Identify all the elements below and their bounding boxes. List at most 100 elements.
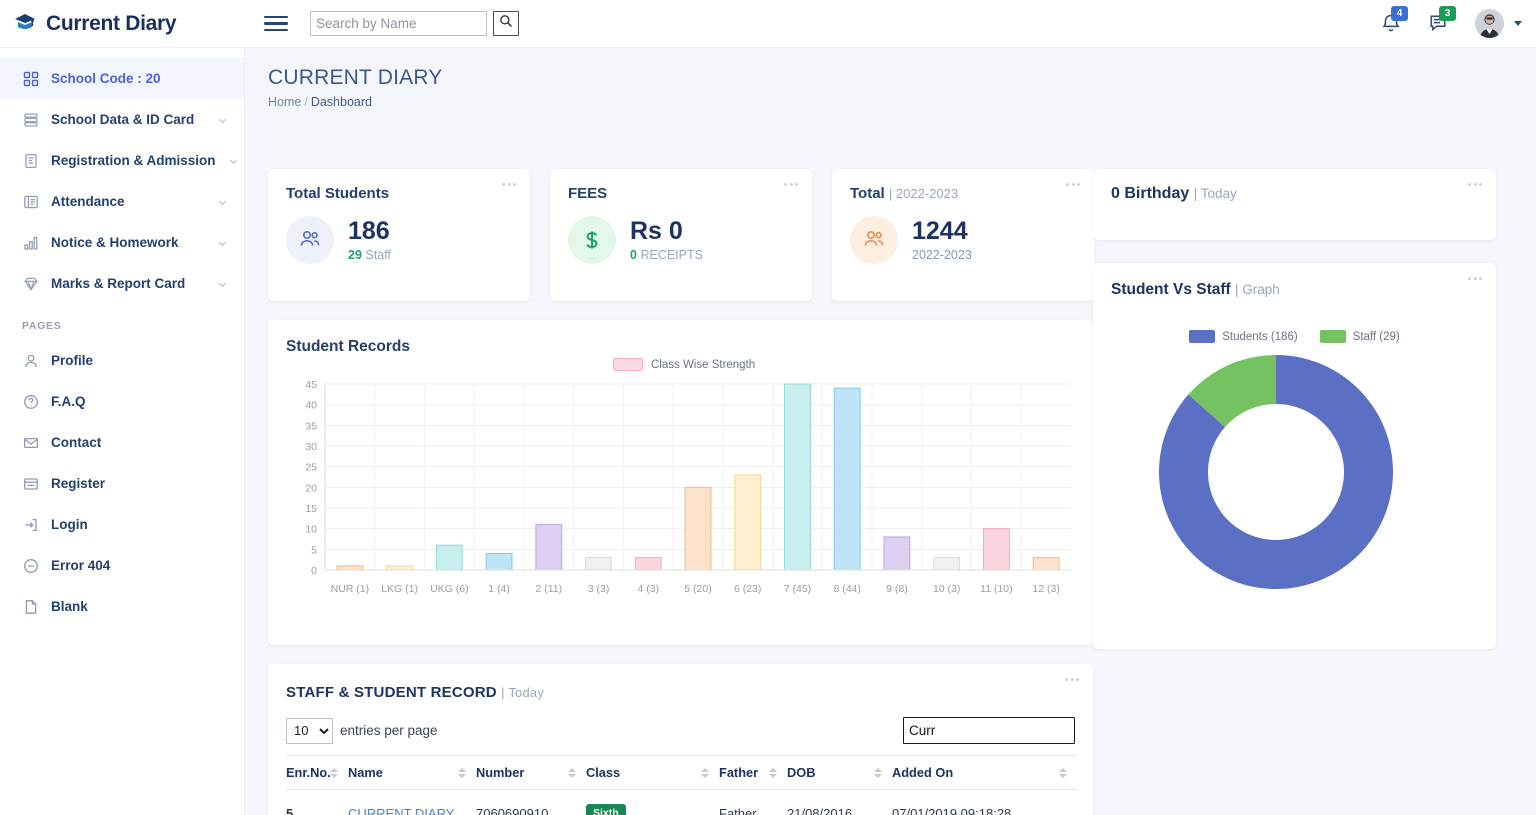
- column-header-dob[interactable]: DOB: [787, 755, 892, 790]
- bar-chart-svg: 0 5 10 15 20 25 30 35 40 45 NUR (1) LKG (1) UKG (6) 1…: [305, 379, 1071, 595]
- cell-dob: 21/08/2016: [787, 789, 892, 815]
- column-header-enr-no[interactable]: Enr.No.: [286, 755, 348, 790]
- staff-student-record-title: STAFF & STUDENT RECORD | Today: [268, 664, 1093, 701]
- svg-text:2 (11): 2 (11): [535, 583, 562, 595]
- search-button[interactable]: [493, 11, 519, 36]
- svg-text:3 (3): 3 (3): [588, 583, 610, 595]
- main-content: CURRENT DIARY Home / Dashboard Total Stude…: [245, 48, 1536, 815]
- brand[interactable]: Current Diary: [0, 11, 245, 37]
- column-header-class[interactable]: Class: [586, 755, 719, 790]
- sidebar-item-notice-homework[interactable]: Notice & Homework: [0, 222, 244, 263]
- file-text-icon: [22, 152, 39, 169]
- sidebar-item-blank[interactable]: Blank: [0, 586, 244, 627]
- stat-card-values: Rs 0 0 RECEIPTS: [630, 217, 703, 262]
- more-options-icon[interactable]: [1066, 183, 1080, 186]
- chart-legend: Class Wise Strength: [613, 358, 755, 371]
- sidebar-item-school-data-id-card[interactable]: School Data & ID Card: [0, 99, 244, 140]
- more-options-icon[interactable]: [502, 183, 516, 186]
- class-wise-strength-bar-chart: Class Wise Strength 0 5 10 15 20 25 30 35 40 45 NU…: [283, 358, 1073, 608]
- avatar[interactable]: [1475, 9, 1504, 38]
- svg-text:UKG (6): UKG (6): [430, 583, 469, 595]
- header-search: [310, 11, 519, 36]
- sidebar-item-login[interactable]: Login: [0, 504, 244, 545]
- users-icon: [850, 216, 898, 264]
- cell-number: 7060690910: [476, 789, 586, 815]
- sort-toggle-icon[interactable]: [769, 767, 777, 778]
- sort-toggle-icon[interactable]: [458, 767, 466, 778]
- sort-toggle-icon[interactable]: [568, 767, 576, 778]
- sort-toggle-icon[interactable]: [701, 767, 709, 778]
- brand-name: Current Diary: [46, 11, 177, 35]
- cell-added-on: 07/01/2019 09:18:28: [892, 789, 1077, 815]
- sidebar-item-faq[interactable]: F.A.Q: [0, 381, 244, 422]
- column-label: Enr.No.: [286, 765, 331, 780]
- hamburger-menu-icon[interactable]: [264, 15, 288, 32]
- sidebar-item-label: Contact: [51, 435, 102, 450]
- diamond-icon: [22, 275, 39, 292]
- sidebar-item-profile[interactable]: Profile: [0, 340, 244, 381]
- notification-count-badge: 4: [1391, 5, 1408, 21]
- sidebar-item-error-404[interactable]: Error 404: [0, 545, 244, 586]
- sidebar-item-marks-report-card[interactable]: Marks & Report Card: [0, 263, 244, 304]
- sort-toggle-icon[interactable]: [1059, 767, 1067, 778]
- chevron-down-icon[interactable]: [1514, 21, 1522, 26]
- stat-card-sub-number: 0: [630, 247, 637, 262]
- column-header-number[interactable]: Number: [476, 755, 586, 790]
- table-title-main: STAFF & STUDENT RECORD: [286, 684, 497, 701]
- staff-student-record-table: Enr.No. Name Number Class Father DOB Add…: [286, 755, 1077, 815]
- chevron-down-icon[interactable]: [217, 278, 228, 289]
- sort-toggle-icon[interactable]: [330, 767, 338, 778]
- chevron-down-icon[interactable]: [217, 196, 228, 207]
- table-search-input[interactable]: [903, 717, 1075, 744]
- column-header-father[interactable]: Father: [719, 755, 787, 790]
- sort-toggle-icon[interactable]: [874, 767, 882, 778]
- sidebar-item-label: Attendance: [51, 194, 125, 209]
- stat-card-title: Total | 2022-2023: [832, 169, 1094, 202]
- more-options-icon[interactable]: [784, 183, 798, 186]
- stat-card-title-main: Total: [850, 185, 885, 202]
- more-options-icon[interactable]: [1065, 678, 1079, 681]
- legend-item-staff: Staff (29): [1319, 330, 1400, 343]
- more-options-icon[interactable]: [1468, 277, 1482, 280]
- student-vs-staff-title-main: Student Vs Staff: [1111, 281, 1231, 298]
- entries-per-page-label: entries per page: [340, 723, 438, 738]
- svg-text:11 (10): 11 (10): [980, 583, 1013, 595]
- sidebar-item-school-code[interactable]: School Code : 20: [0, 58, 244, 99]
- chevron-down-icon[interactable]: [228, 155, 239, 166]
- sidebar-item-registration-admission[interactable]: Registration & Admission: [0, 140, 244, 181]
- search-input[interactable]: [310, 11, 487, 36]
- legend-label-class-wise-strength: Class Wise Strength: [651, 358, 756, 371]
- stat-card-total-session: Total | 2022-2023 1244 2022-2023: [832, 169, 1094, 301]
- stat-card-total-students: Total Students 186 29 Staff: [268, 169, 530, 301]
- window-icon: [22, 475, 39, 492]
- svg-text:LKG (1): LKG (1): [381, 583, 418, 595]
- birthday-card: 0 Birthday | Today: [1093, 169, 1496, 240]
- page-icon: [22, 598, 39, 615]
- svg-text:NUR (1): NUR (1): [331, 583, 370, 595]
- stat-card-sub-label: RECEIPTS: [640, 247, 703, 262]
- sidebar-item-contact[interactable]: Contact: [0, 422, 244, 463]
- chevron-down-icon[interactable]: [217, 237, 228, 248]
- status-badge: Sixth: [586, 804, 626, 815]
- sidebar-item-attendance[interactable]: Attendance: [0, 181, 244, 222]
- breadcrumb-home[interactable]: Home: [268, 95, 301, 109]
- student-name-link[interactable]: CURRENT DIARY: [348, 806, 454, 815]
- more-options-icon[interactable]: [1468, 183, 1482, 186]
- sidebar: School Code : 20 School Data & ID Card R…: [0, 48, 245, 815]
- messages-button[interactable]: 3: [1427, 5, 1456, 37]
- birthday-card-title: 0 Birthday | Today: [1093, 169, 1496, 203]
- legend-label-students: Students (186): [1222, 330, 1298, 343]
- cell-class: Sixth: [586, 789, 719, 815]
- donut-legend: Students (186) Staff (29): [1093, 330, 1496, 343]
- svg-text:4 (3): 4 (3): [637, 583, 659, 595]
- column-label: Father: [719, 765, 759, 780]
- column-header-added-on[interactable]: Added On: [892, 755, 1077, 790]
- stat-card-values: 186 29 Staff: [348, 218, 391, 262]
- entries-per-page-select[interactable]: 102550100: [286, 717, 333, 744]
- sidebar-item-register[interactable]: Register: [0, 463, 244, 504]
- chevron-down-icon[interactable]: [217, 114, 228, 125]
- column-header-name[interactable]: Name: [348, 755, 476, 790]
- stat-card-subtext: 29 Staff: [348, 248, 391, 262]
- notifications-button[interactable]: 4: [1379, 5, 1408, 37]
- stat-card-value: Rs 0: [630, 217, 683, 246]
